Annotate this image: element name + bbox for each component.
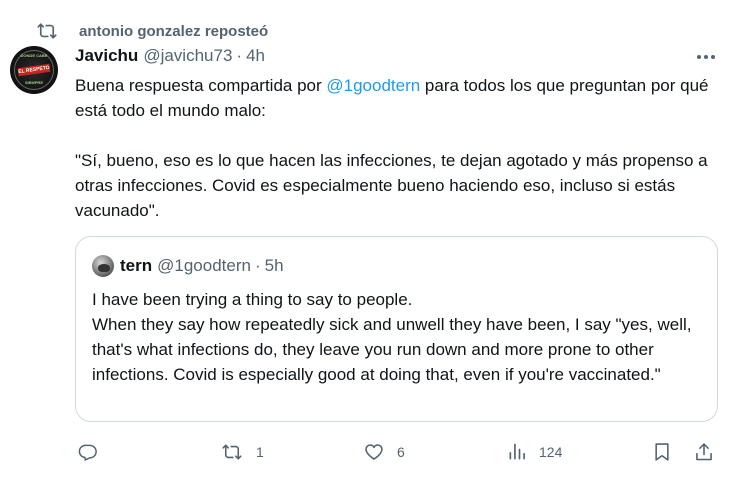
reply-icon — [78, 444, 97, 461]
action-bar: 1 6 124 — [75, 440, 720, 464]
timestamp[interactable]: 4h — [246, 46, 265, 66]
quoted-author-handle: @1goodtern — [157, 256, 251, 275]
repost-context[interactable]: antonio gonzalez reposteó — [37, 20, 268, 42]
repost-icon — [222, 444, 242, 460]
avatar-bottom-text: SIEMPRE — [24, 80, 43, 85]
quoted-tweet-header: tern @1goodtern · 5h — [92, 255, 284, 277]
more-icon — [697, 55, 715, 59]
tweet-card[interactable]: antonio gonzalez reposteó DONDE CABE EL … — [0, 0, 742, 482]
share-icon — [696, 443, 712, 461]
repost-icon — [37, 21, 57, 41]
reply-button[interactable] — [78, 440, 98, 464]
repost-button[interactable]: 1 — [220, 440, 264, 464]
more-options-button[interactable] — [694, 47, 718, 67]
quoted-tweet[interactable]: tern @1goodtern · 5h I have been trying … — [75, 236, 718, 422]
mention-link[interactable]: @1goodtern — [326, 76, 420, 95]
repost-count: 1 — [256, 444, 264, 460]
separator-dot: · — [254, 256, 261, 275]
heart-icon — [365, 444, 383, 460]
views-count: 124 — [539, 444, 563, 460]
bookmark-icon — [655, 443, 669, 461]
separator-dot: · — [236, 46, 243, 65]
tweet-paragraph-2: "Sí, bueno, eso es lo que hacen las infe… — [75, 151, 708, 220]
quoted-tweet-text: I have been trying a thing to say to peo… — [92, 287, 707, 387]
quoted-avatar[interactable] — [92, 255, 114, 277]
tweet-text: Buena respuesta compartida por @1goodter… — [75, 73, 725, 223]
views-button[interactable]: 124 — [507, 440, 562, 464]
quoted-line-2: When they say how repeatedly sick and un… — [92, 315, 692, 384]
tweet-text-part: Buena respuesta compartida por — [75, 76, 327, 95]
avatar-top-text: DONDE CABE — [20, 53, 48, 58]
quoted-line-1: I have been trying a thing to say to peo… — [92, 290, 413, 309]
like-count: 6 — [397, 444, 405, 460]
author-name[interactable]: Javichu — [75, 46, 138, 66]
like-button[interactable]: 6 — [363, 440, 405, 464]
author-handle[interactable]: @javichu73 — [143, 46, 232, 66]
quoted-timestamp: 5h — [264, 256, 284, 275]
views-chart-icon — [509, 443, 525, 460]
tweet-header: Javichu @javichu73 · 4h — [75, 45, 265, 67]
bookmark-button[interactable] — [652, 440, 672, 464]
avatar[interactable]: DONDE CABE EL RESPETO SIEMPRE — [10, 46, 58, 94]
repost-context-text[interactable]: antonio gonzalez reposteó — [79, 23, 268, 40]
tweet-paragraph-1: Buena respuesta compartida por @1goodter… — [75, 73, 725, 123]
quoted-author-name: tern — [120, 256, 153, 275]
share-button[interactable] — [694, 440, 714, 464]
